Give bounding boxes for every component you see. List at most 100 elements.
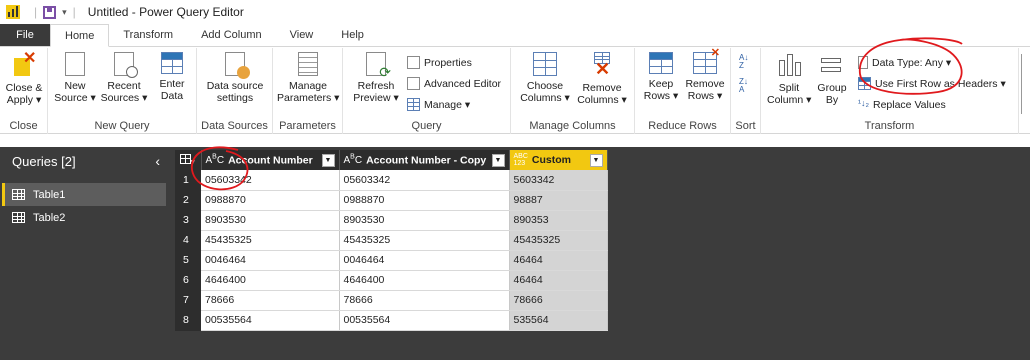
use-first-row-as-headers-button[interactable]: Use First Row as Headers ▾ [858, 77, 1006, 90]
row-number[interactable]: 7 [175, 290, 201, 311]
table-cell[interactable]: 4646400 [339, 270, 510, 291]
text-type-icon[interactable]: ABC [206, 154, 225, 166]
replace-values-button[interactable]: ¹↓₂ Replace Values [858, 98, 946, 111]
tab-help[interactable]: Help [327, 24, 378, 46]
filter-dropdown-icon[interactable]: ▼ [491, 153, 505, 167]
table-cell[interactable]: 00535564 [339, 310, 510, 331]
enter-data-button[interactable]: Enter Data [154, 52, 190, 102]
table-cell[interactable]: 78666 [509, 290, 608, 311]
keep-rows-icon [649, 52, 673, 74]
tab-add-column[interactable]: Add Column [187, 24, 276, 46]
refresh-preview-button[interactable]: ⟳ Refresh Preview ▾ [351, 52, 401, 104]
tab-file[interactable]: File [0, 24, 50, 46]
table-cell[interactable]: 890353 [509, 210, 608, 231]
query-item-table2[interactable]: Table2 [2, 206, 166, 229]
query-item-table1[interactable]: Table1 [2, 183, 166, 206]
row-number[interactable]: 2 [175, 190, 201, 211]
properties-button[interactable]: Properties [407, 56, 472, 69]
row-number[interactable]: 4 [175, 230, 201, 251]
table-row[interactable]: 2 0988870 0988870 98887 [175, 190, 608, 211]
table-menu-icon [180, 153, 191, 164]
group-sort: A↓ Z Z↓ A Sort [731, 48, 761, 134]
refresh-icon: ⟳ [366, 52, 391, 79]
table-row[interactable]: 1 05603342 05603342 5603342 [175, 170, 608, 191]
table-row[interactable]: 4 45435325 45435325 45435325 [175, 230, 608, 251]
table-cell[interactable]: 78666 [201, 290, 340, 311]
choose-columns-label: Choose Columns ▾ [520, 80, 570, 104]
column-header-custom[interactable]: ABC 123 Custom ▼ [509, 150, 608, 170]
filter-dropdown-icon[interactable]: ▼ [321, 153, 335, 167]
quick-access-dropdown-icon[interactable]: ▾ [62, 7, 67, 18]
group-by-button[interactable]: Group By [815, 52, 849, 106]
close-apply-icon: ✕ [11, 51, 37, 78]
table-cell[interactable]: 05603342 [201, 170, 340, 191]
table-cell[interactable]: 46464 [509, 270, 608, 291]
column-header-account-number-copy[interactable]: ABC Account Number - Copy ▼ [339, 150, 510, 170]
new-source-button[interactable]: New Source ▾ [54, 52, 96, 104]
ribbon-overflow-icon[interactable] [1021, 54, 1027, 114]
close-apply-button[interactable]: ✕ Close & Apply ▾ [4, 51, 44, 107]
manage-button[interactable]: Manage ▾ [407, 98, 470, 111]
sort-ascending-icon: A↓ Z [739, 53, 749, 70]
table-row[interactable]: 7 78666 78666 78666 [175, 290, 608, 311]
data-type-dropdown[interactable]: Data Type: Any ▾ [858, 56, 951, 69]
advanced-editor-label: Advanced Editor [424, 77, 502, 90]
table-cell[interactable]: 98887 [509, 190, 608, 211]
row-number[interactable]: 6 [175, 270, 201, 291]
filter-dropdown-icon[interactable]: ▼ [589, 153, 603, 167]
refresh-preview-label: Refresh Preview ▾ [353, 80, 399, 104]
table-cell[interactable]: 535564 [509, 310, 608, 331]
advanced-editor-button[interactable]: Advanced Editor [407, 77, 501, 90]
save-icon[interactable] [43, 5, 57, 19]
row-number[interactable]: 8 [175, 310, 201, 331]
table-cell[interactable]: 45435325 [509, 230, 608, 251]
sort-ascending-button[interactable]: A↓ Z [739, 54, 748, 70]
row-number[interactable]: 5 [175, 250, 201, 271]
properties-icon [407, 56, 420, 69]
row-number[interactable]: 3 [175, 210, 201, 231]
column-header-account-number[interactable]: ABC Account Number ▼ [201, 150, 340, 170]
data-source-settings-button[interactable]: Data source settings [201, 52, 269, 104]
text-type-icon[interactable]: ABC [344, 154, 363, 166]
table-cell[interactable]: 00535564 [201, 310, 340, 331]
manage-parameters-button[interactable]: Manage Parameters ▾ [277, 52, 339, 104]
table-cell[interactable]: 46464 [509, 250, 608, 271]
table-cell[interactable]: 0046464 [201, 250, 340, 271]
group-parameters: Manage Parameters ▾ Parameters [273, 48, 343, 134]
remove-rows-button[interactable]: ✕ Remove Rows ▾ [683, 47, 727, 102]
table-cell[interactable]: 5603342 [509, 170, 608, 191]
table-cell[interactable]: 05603342 [339, 170, 510, 191]
collapse-chevron-icon[interactable]: ‹ [155, 153, 160, 169]
close-apply-label: Close & Apply ▾ [5, 82, 43, 106]
table-row[interactable]: 8 00535564 00535564 535564 [175, 310, 608, 331]
table-cell[interactable]: 8903530 [201, 210, 340, 231]
table-cell[interactable]: 45435325 [339, 230, 510, 251]
queries-panel: Queries [2] ‹ Table1 Table2 [0, 147, 170, 360]
table-cell[interactable]: 4646400 [201, 270, 340, 291]
table-row[interactable]: 6 4646400 4646400 46464 [175, 270, 608, 291]
any-type-icon[interactable]: ABC 123 [514, 153, 528, 167]
table-header-row: ▾ ABC Account Number ▼ ABC Account Number -… [175, 150, 608, 170]
table-cell[interactable]: 0046464 [339, 250, 510, 271]
remove-columns-button[interactable]: ✕ Remove Columns ▾ [575, 52, 629, 106]
table-cell[interactable]: 8903530 [339, 210, 510, 231]
tab-view[interactable]: View [276, 24, 328, 46]
table-cell[interactable]: 0988870 [201, 190, 340, 211]
table-options-button[interactable]: ▾ [175, 150, 202, 170]
remove-rows-label: Remove Rows ▾ [685, 78, 725, 102]
keep-rows-button[interactable]: Keep Rows ▾ [641, 52, 681, 102]
choose-columns-button[interactable]: Choose Columns ▾ [519, 52, 571, 104]
group-by-icon [819, 52, 845, 78]
split-column-button[interactable]: Split Column ▾ [767, 52, 811, 106]
table-cell[interactable]: 45435325 [201, 230, 340, 251]
tab-transform[interactable]: Transform [109, 24, 187, 46]
row-number[interactable]: 1 [175, 170, 201, 191]
tab-home[interactable]: Home [50, 24, 110, 47]
group-data-sources: Data source settings Data Sources [197, 48, 273, 134]
table-row[interactable]: 5 0046464 0046464 46464 [175, 250, 608, 271]
table-cell[interactable]: 78666 [339, 290, 510, 311]
table-row[interactable]: 3 8903530 8903530 890353 [175, 210, 608, 231]
sort-descending-button[interactable]: Z↓ A [739, 78, 748, 94]
recent-sources-button[interactable]: Recent Sources ▾ [100, 52, 148, 104]
table-cell[interactable]: 0988870 [339, 190, 510, 211]
